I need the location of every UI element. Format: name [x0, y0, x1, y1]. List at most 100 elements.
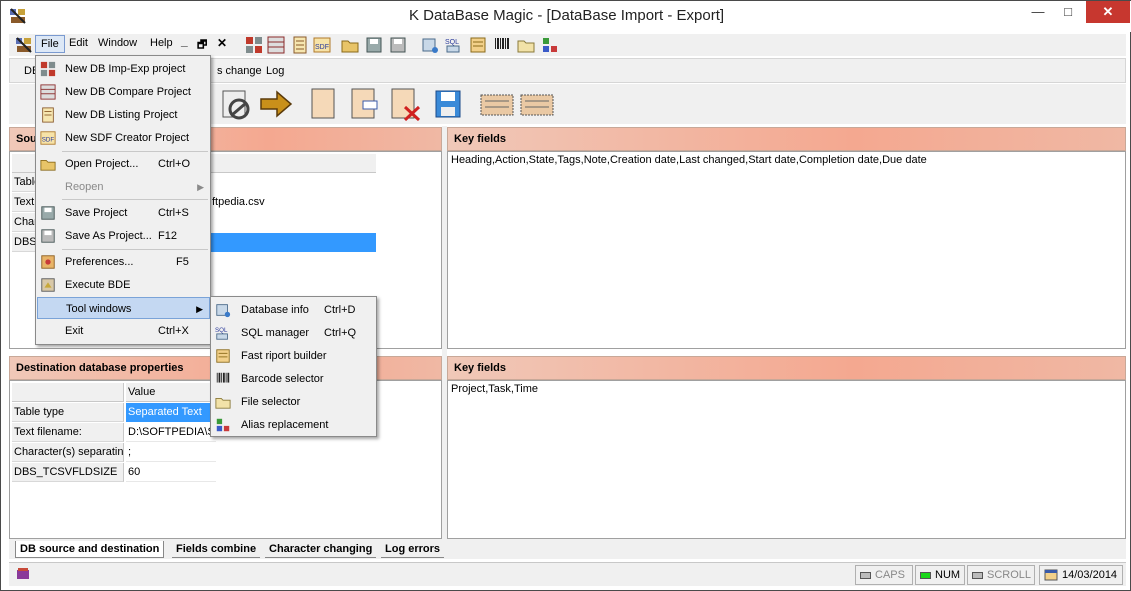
listing-icon: [42, 107, 54, 123]
sql-icon[interactable]: SQL: [445, 36, 463, 54]
menu-item-shortcut: F5: [176, 256, 189, 268]
maximize-button[interactable]: □: [1054, 1, 1082, 23]
tab-character-changing[interactable]: Character changing: [265, 541, 377, 558]
stop-icon[interactable]: [221, 87, 253, 121]
menu-item-label: New DB Listing Project: [65, 109, 178, 121]
mdi-restore-button[interactable]: 🗗: [197, 36, 207, 55]
submenu-item-alias-replacement[interactable]: Alias replacement: [211, 414, 376, 436]
menu-window[interactable]: Window: [98, 37, 137, 49]
sdf-icon: SDF: [40, 131, 56, 145]
minimize-button[interactable]: —: [1024, 1, 1052, 23]
file-selector-icon[interactable]: [517, 36, 535, 54]
compare-icon[interactable]: [267, 36, 285, 54]
submenu-item-barcode-selector[interactable]: Barcode selector: [211, 368, 376, 390]
doc-tab-char-change[interactable]: s change: [217, 65, 262, 77]
menu-item-open-project[interactable]: Open Project... Ctrl+O: [36, 153, 210, 175]
menu-bar: File Edit Window Help _ 🗗 ✕ SDF SQL: [9, 34, 1126, 56]
menu-item-tool-windows[interactable]: Tool windows ▶: [37, 297, 210, 319]
source-text-filename[interactable]: ftpedia.csv: [210, 193, 370, 212]
destination-row-value[interactable]: Separated Text: [126, 403, 216, 422]
menu-file[interactable]: File: [35, 35, 65, 53]
menu-item-label: File selector: [241, 396, 301, 408]
menu-item-label: Tool windows: [66, 303, 132, 315]
close-button[interactable]: ✕: [1086, 1, 1130, 23]
menu-separator: [62, 151, 208, 152]
delete-document-icon[interactable]: [389, 87, 421, 121]
alias-icon: [216, 418, 230, 432]
ticket-alt-icon[interactable]: [519, 91, 555, 119]
menu-item-label: Barcode selector: [241, 373, 324, 385]
submenu-arrow-icon: ▶: [197, 182, 204, 192]
submenu-item-file-selector[interactable]: File selector: [211, 391, 376, 413]
scroll-led: [972, 571, 983, 579]
report-icon[interactable]: [469, 36, 487, 54]
submenu-item-report-builder[interactable]: Fast riport builder: [211, 345, 376, 367]
save-as-icon[interactable]: [389, 36, 407, 54]
source-selected-cell[interactable]: [210, 233, 376, 252]
key-fields-value[interactable]: Heading,Action,State,Tags,Note,Creation …: [451, 154, 927, 166]
file-selector-icon: [215, 398, 231, 409]
destination-row-value[interactable]: ;: [126, 443, 216, 462]
database-info-icon[interactable]: [421, 36, 439, 54]
mdi-close-button[interactable]: ✕: [217, 36, 227, 50]
svg-text:SQL: SQL: [445, 39, 459, 46]
title-bar: K DataBase Magic - [DataBase Import - Ex…: [1, 1, 1131, 32]
compare-icon: [40, 84, 56, 100]
menu-item-execute-bde[interactable]: Execute BDE: [36, 274, 210, 296]
edit-document-icon[interactable]: [349, 87, 379, 121]
imp-exp-icon[interactable]: [245, 36, 263, 54]
alias-icon[interactable]: [541, 36, 559, 54]
menu-item-preferences[interactable]: Preferences... F5: [36, 251, 210, 273]
tab-log-errors[interactable]: Log errors: [381, 541, 445, 558]
new-document-icon[interactable]: [309, 87, 339, 121]
num-led: [920, 571, 931, 579]
menu-item-label: Save Project: [65, 207, 128, 219]
menu-item-label: New DB Compare Project: [65, 86, 191, 98]
database-info-icon: [216, 304, 231, 318]
menu-item-save-as-project[interactable]: Save As Project... F12: [36, 225, 210, 247]
tab-db-source-destination[interactable]: DB source and destination: [15, 541, 165, 558]
submenu-item-database-info[interactable]: Database info Ctrl+D: [211, 299, 376, 321]
menu-item-label: Reopen: [65, 181, 104, 193]
sql-icon: SQL: [215, 327, 228, 340]
menu-item-new-imp-exp[interactable]: New DB Imp-Exp project: [36, 58, 210, 80]
menu-item-shortcut: Ctrl+Q: [324, 327, 357, 339]
save-disk-icon[interactable]: [433, 87, 463, 121]
app-window: K DataBase Magic - [DataBase Import - Ex…: [0, 0, 1131, 591]
mdi-minimize-button[interactable]: _: [181, 34, 188, 48]
key-fields-bottom-header: Key fields: [447, 356, 1126, 380]
menu-help[interactable]: Help: [150, 37, 173, 49]
sdf-icon[interactable]: SDF: [313, 36, 331, 54]
menu-item-exit[interactable]: Exit Ctrl+X: [36, 320, 210, 342]
key-fields-bottom-value[interactable]: Project,Task,Time: [451, 383, 538, 395]
file-menu: New DB Imp-Exp project New DB Compare Pr…: [35, 55, 211, 345]
listing-icon[interactable]: [291, 36, 309, 54]
open-folder-icon: [40, 160, 56, 171]
barcode-icon[interactable]: [493, 36, 511, 54]
menu-item-reopen[interactable]: Reopen ▶: [36, 176, 210, 198]
key-fields-header: Key fields: [447, 127, 1126, 151]
window-title: K DataBase Magic - [DataBase Import - Ex…: [408, 7, 725, 24]
menu-edit[interactable]: Edit: [69, 37, 88, 49]
submenu-item-sql-manager[interactable]: SQL SQL manager Ctrl+Q: [211, 322, 376, 344]
tab-fields-combine[interactable]: Fields combine: [172, 541, 261, 558]
menu-item-save-project[interactable]: Save Project Ctrl+S: [36, 202, 210, 224]
menu-item-new-listing[interactable]: New DB Listing Project: [36, 104, 210, 126]
menu-item-label: New DB Imp-Exp project: [65, 63, 186, 75]
open-folder-icon[interactable]: [341, 36, 359, 54]
key-fields-bottom-body: Project,Task,Time: [447, 380, 1126, 539]
menu-item-new-sdf[interactable]: SDF New SDF Creator Project: [36, 127, 210, 149]
save-icon[interactable]: [365, 36, 383, 54]
destination-row-label: Character(s) separatin: [12, 443, 124, 462]
destination-row-value[interactable]: 60: [126, 463, 216, 482]
run-arrow-icon[interactable]: [259, 89, 293, 119]
destination-row-value[interactable]: D:\SOFTPEDIA\So: [126, 423, 216, 442]
bde-icon: [41, 278, 55, 292]
menu-item-label: Open Project...: [65, 158, 139, 170]
ticket-icon[interactable]: [479, 91, 515, 119]
save-icon: [41, 206, 55, 220]
doc-tab-log[interactable]: Log: [266, 65, 284, 77]
menu-item-new-compare[interactable]: New DB Compare Project: [36, 81, 210, 103]
destination-grid-corner: [12, 383, 124, 402]
mdi-document-icon[interactable]: [15, 36, 33, 54]
